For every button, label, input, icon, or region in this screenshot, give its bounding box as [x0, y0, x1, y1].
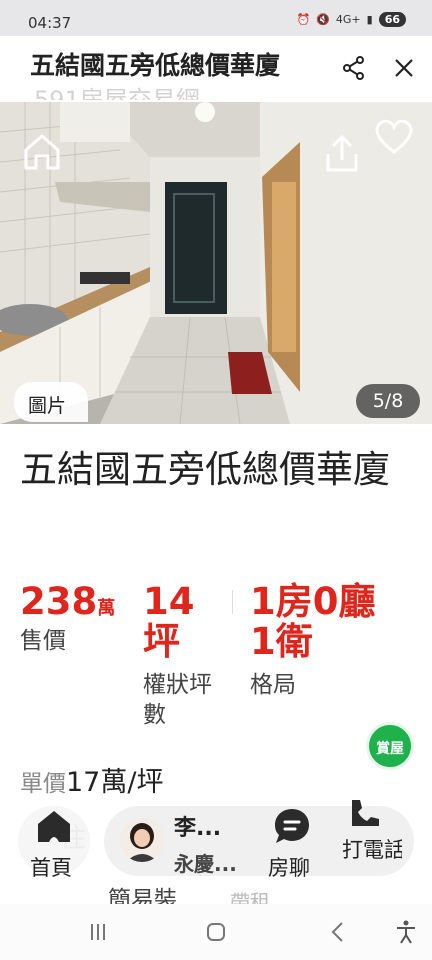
chat-label[interactable]: 房聊: [268, 852, 310, 882]
unit-price-value: 17萬/坪: [66, 767, 164, 798]
layout-label: 格局: [250, 672, 296, 698]
heart-icon[interactable]: [372, 116, 416, 156]
share-upload-icon[interactable]: [322, 134, 362, 174]
listing-photo[interactable]: [0, 102, 432, 424]
battery-badge: 66: [378, 12, 406, 27]
call-label[interactable]: 打電話: [342, 834, 402, 862]
agent-company: 永慶...: [174, 852, 237, 876]
price-stat: 238萬: [20, 582, 115, 629]
home-label: 首頁: [30, 856, 72, 880]
viewing-badge[interactable]: 賞屋: [366, 722, 414, 770]
unit-price-label: 單價: [20, 771, 66, 797]
mute-icon: 🔇: [316, 13, 330, 26]
agent-avatar[interactable]: [120, 818, 164, 862]
stat-divider: [232, 590, 233, 614]
price-value: 238: [20, 580, 98, 623]
unit-price: 單價17萬/坪: [20, 760, 163, 799]
price-unit: 萬: [97, 598, 116, 619]
home-outline-icon[interactable]: [20, 130, 64, 174]
photo-counter: 5/8: [356, 384, 420, 418]
phone-icon[interactable]: [348, 800, 382, 826]
status-icons: ⏰ 🔇 4G+ ▮ 66: [296, 12, 406, 27]
network-label: 4G+: [335, 13, 361, 26]
price-label: 售價: [20, 628, 66, 654]
status-time: 04:37: [28, 14, 72, 32]
home-icon: [38, 811, 70, 842]
alarm-icon: ⏰: [296, 13, 311, 26]
site-subtitle: 591房屋交易網: [34, 86, 200, 100]
back-icon[interactable]: [324, 918, 352, 946]
share-icon[interactable]: [340, 54, 368, 82]
chat-icon[interactable]: [272, 806, 312, 846]
kitchen-photo-illustration: [0, 102, 432, 424]
page-title: 五結國五旁低總價華廈: [30, 51, 281, 80]
photo-type-tag[interactable]: 圖片: [14, 382, 88, 422]
signal-icon: ▮: [366, 13, 373, 26]
area-value: 14坪: [143, 580, 195, 663]
agent-portrait: [120, 818, 164, 862]
recent-apps-icon[interactable]: [84, 918, 112, 946]
app-bar: 五結國五旁低總價華廈 591房屋交易網: [0, 36, 432, 100]
close-icon[interactable]: [390, 54, 418, 82]
listing-title: 五結國五旁低總價華廈: [20, 448, 390, 491]
accessibility-icon[interactable]: [392, 918, 420, 946]
agent-name[interactable]: 李...: [174, 810, 221, 842]
area-label: 權狀坪數: [143, 672, 212, 728]
layout-value: 1房0廳1衛: [250, 580, 376, 663]
home-nav-icon[interactable]: [202, 918, 230, 946]
